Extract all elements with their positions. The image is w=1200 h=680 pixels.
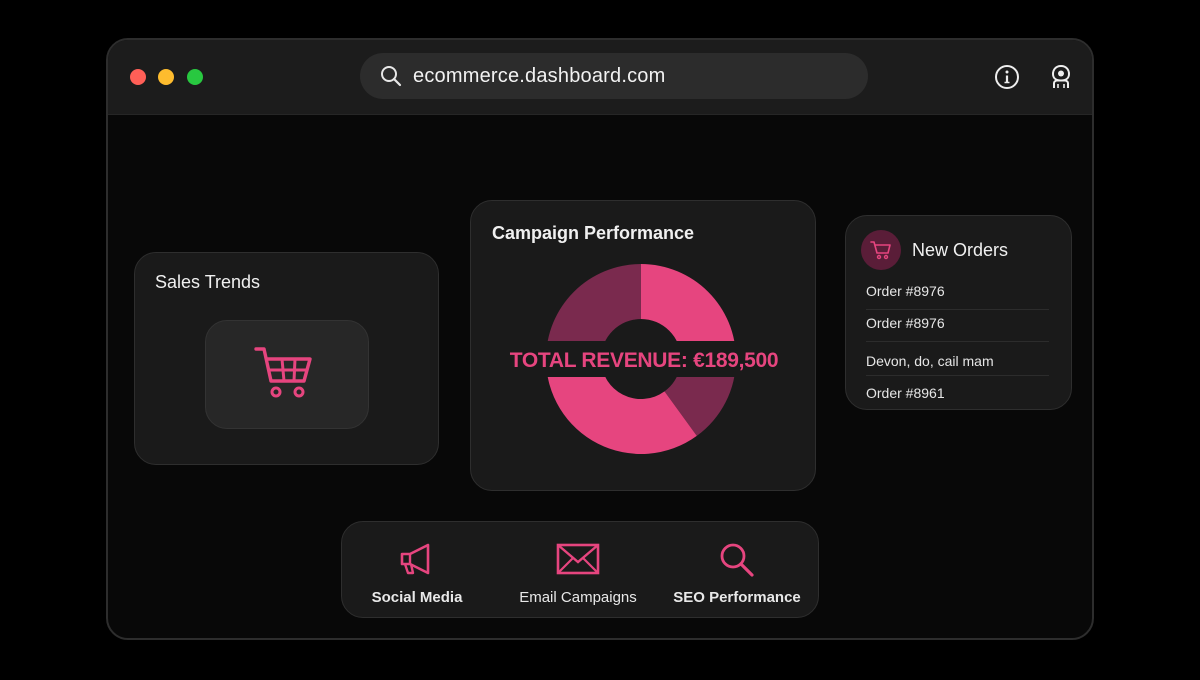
channel-seo-performance-label: SEO Performance	[673, 589, 801, 606]
search-icon	[381, 66, 402, 87]
minimize-window-button[interactable]	[158, 69, 174, 85]
envelope-icon	[556, 543, 600, 575]
address-bar-url: ecommerce.dashboard.com	[413, 65, 666, 87]
order-list-item[interactable]: Order #8976	[866, 278, 1049, 310]
order-list-item[interactable]: Devon, do, cail mam	[866, 342, 1049, 376]
channel-social-media-label: Social Media	[371, 589, 463, 606]
new-orders-list: Order #8976 Order #8976 Devon, do, cail …	[866, 278, 1049, 408]
profile-icon[interactable]	[1046, 62, 1076, 92]
info-icon[interactable]	[992, 62, 1022, 92]
address-bar[interactable]: ecommerce.dashboard.com	[360, 53, 868, 99]
campaign-performance-card[interactable]: Campaign Performance TOTAL REVENUE: €189…	[470, 200, 816, 491]
new-orders-badge	[861, 230, 901, 270]
marketing-channels-card: Social Media Email Campaigns SEO Perform…	[341, 521, 819, 618]
sales-trends-title: Sales Trends	[155, 272, 261, 292]
order-list-item[interactable]: Order #8961	[866, 376, 1049, 408]
close-window-button[interactable]	[130, 69, 146, 85]
channel-email-campaigns-label: Email Campaigns	[519, 589, 637, 606]
new-orders-card[interactable]: New Orders Order #8976 Order #8976 Devon…	[845, 215, 1072, 410]
shopping-cart-icon	[870, 241, 891, 260]
sales-trends-cart-tile[interactable]	[205, 320, 369, 429]
order-list-item[interactable]: Order #8976	[866, 310, 1049, 342]
channel-seo-performance[interactable]: SEO Performance	[657, 522, 817, 619]
channel-email-campaigns[interactable]: Email Campaigns	[498, 522, 658, 619]
sales-trends-card[interactable]: Sales Trends	[134, 252, 439, 465]
campaign-performance-title: Campaign Performance	[492, 223, 695, 243]
channel-social-media[interactable]: Social Media	[337, 522, 497, 619]
magnifier-icon	[720, 543, 754, 577]
browser-titlebar: ecommerce.dashboard.com	[108, 40, 1092, 115]
maximize-window-button[interactable]	[187, 69, 203, 85]
total-revenue-label: TOTAL REVENUE: €189,500	[509, 349, 779, 372]
megaphone-icon	[400, 543, 430, 575]
new-orders-title: New Orders	[912, 240, 1009, 260]
shopping-cart-icon	[254, 347, 312, 398]
